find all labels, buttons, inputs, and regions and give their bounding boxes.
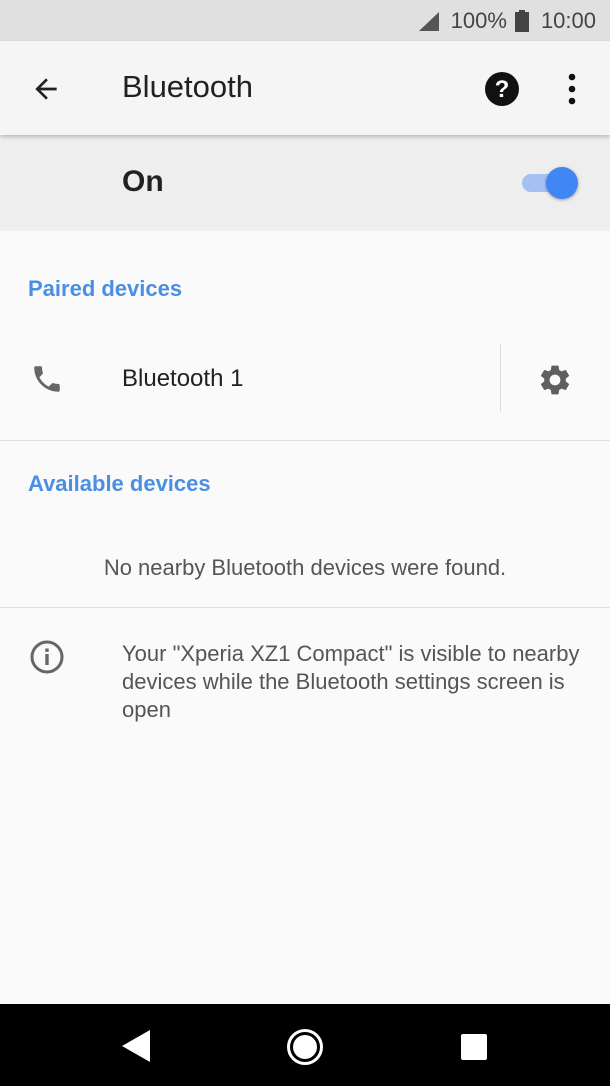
switch-label: On — [122, 165, 164, 198]
nav-recents-icon[interactable] — [461, 1034, 487, 1060]
available-devices-header: Available devices — [28, 471, 211, 496]
paired-devices-header: Paired devices — [28, 276, 183, 301]
battery-percentage: 100% — [450, 7, 507, 33]
toggle-thumb — [546, 167, 578, 199]
more-vert-icon[interactable] — [562, 71, 582, 107]
divider — [0, 440, 610, 441]
clock: 10:00 — [540, 7, 596, 33]
phone-icon — [34, 366, 60, 392]
divider — [0, 607, 610, 608]
gear-icon[interactable] — [537, 362, 573, 398]
visibility-info-text: Your "Xperia XZ1 Compact" is visible to … — [122, 641, 580, 722]
signal-icon — [418, 11, 439, 31]
info-icon — [30, 640, 64, 674]
nav-back-icon[interactable] — [120, 1028, 152, 1064]
divider — [500, 344, 501, 412]
back-arrow-icon[interactable] — [30, 73, 62, 105]
bluetooth-master-switch-row[interactable]: On — [0, 135, 610, 231]
bluetooth-toggle[interactable] — [520, 165, 580, 199]
battery-icon — [514, 9, 529, 32]
svg-text:?: ? — [495, 76, 510, 103]
empty-state-message: No nearby Bluetooth devices were found. — [103, 555, 507, 580]
page-title: Bluetooth — [122, 69, 253, 104]
status-bar: 100% 10:00 — [0, 0, 610, 41]
paired-device-row[interactable]: Bluetooth 1 — [0, 334, 610, 440]
device-name: Bluetooth 1 — [122, 365, 244, 392]
app-bar: Bluetooth ? — [0, 41, 610, 135]
navigation-bar — [0, 1004, 610, 1086]
nav-home-icon[interactable] — [286, 1028, 324, 1066]
help-icon[interactable]: ? — [484, 71, 520, 107]
